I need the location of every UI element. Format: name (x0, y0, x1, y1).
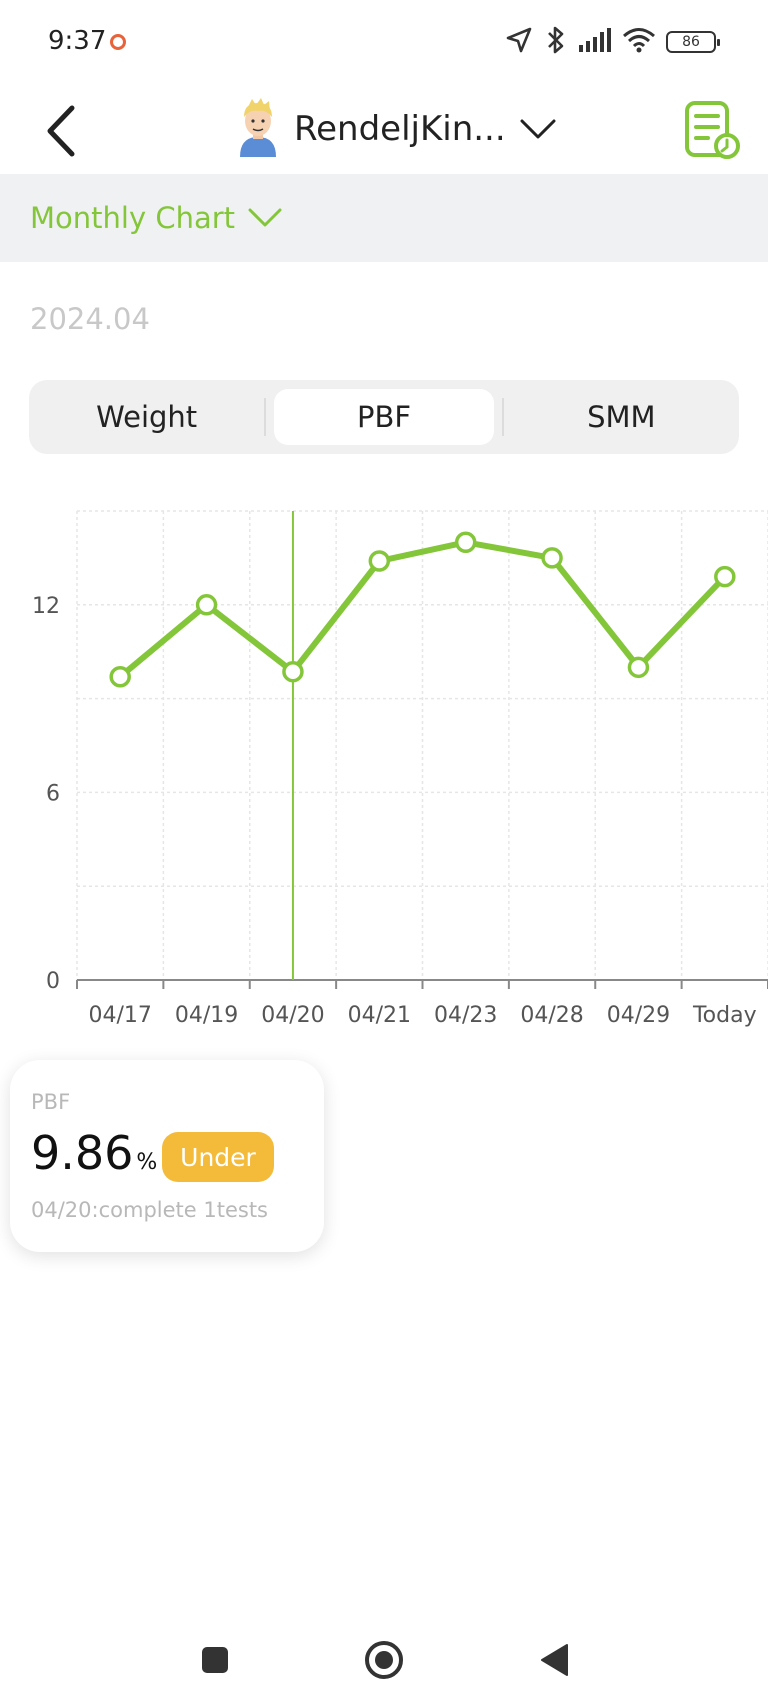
selected-point-card: PBF 9.86 % Under 04/20:complete 1tests (10, 1060, 324, 1252)
x-tick-label: Today (692, 1003, 757, 1028)
avatar (236, 97, 280, 162)
recents-button[interactable] (185, 1630, 245, 1690)
data-point (541, 547, 563, 569)
x-tick-label: 04/29 (607, 1003, 670, 1028)
y-tick-label: 0 (46, 969, 60, 994)
chart-svg[interactable]: 12 6 0 04/17 04/19 04/20 04/21 04/23 04/28 04/29 T… (0, 490, 768, 1030)
data-point (368, 550, 391, 572)
data-point (195, 594, 218, 616)
signal-icon (578, 27, 612, 58)
tab-divider (264, 398, 267, 436)
pbf-line-chart[interactable]: 12 6 0 04/17 04/19 04/20 04/21 04/23 04/28 04/29 T… (0, 490, 768, 1030)
home-button[interactable] (354, 1630, 414, 1690)
data-point (714, 565, 736, 588)
back-triangle-icon (541, 1644, 568, 1676)
card-unit: % (136, 1150, 158, 1175)
recording-dot-icon (110, 34, 126, 50)
chart-type-label: Monthly Chart (30, 201, 236, 235)
status-badge: Under (162, 1132, 274, 1182)
chart-type-selector[interactable]: Monthly Chart (0, 174, 768, 262)
x-tick-label: 04/21 (348, 1003, 411, 1028)
back-icon (47, 105, 75, 157)
tab-weight[interactable]: Weight (37, 389, 256, 445)
tab-divider (501, 398, 504, 436)
data-point (627, 656, 650, 679)
x-tick-label: 04/23 (434, 1003, 497, 1028)
record-history-button[interactable] (684, 100, 740, 160)
profile-selector[interactable]: RendeljKin... (236, 97, 556, 162)
card-value-row: 9.86 % (31, 1126, 157, 1180)
chevron-down-icon (520, 119, 556, 139)
back-nav-button[interactable] (524, 1630, 584, 1690)
wifi-icon (622, 26, 656, 59)
card-metric-label: PBF (31, 1090, 71, 1114)
y-tick-label: 12 (32, 594, 60, 619)
x-tick-label: 04/19 (175, 1003, 238, 1028)
metric-tabs: Weight PBF SMM (29, 380, 739, 454)
card-detail: 04/20:complete 1tests (31, 1198, 268, 1222)
system-nav-bar (0, 1612, 768, 1706)
battery-icon: 86 (666, 31, 720, 53)
data-point (454, 531, 477, 554)
recents-icon (202, 1647, 228, 1673)
data-point (109, 665, 131, 688)
status-time: 9:37 (48, 26, 107, 56)
record-list-icon (685, 101, 740, 159)
status-bar: 9:37 86 (0, 0, 768, 84)
tab-pbf[interactable]: PBF (274, 389, 494, 445)
profile-name: RendeljKin... (294, 109, 506, 149)
bluetooth-icon (544, 24, 568, 61)
x-tick-label: 04/28 (520, 1003, 583, 1028)
header: RendeljKin... (0, 84, 768, 174)
home-icon (365, 1641, 403, 1679)
card-value: 9.86 (31, 1126, 134, 1180)
period-label: 2024.04 (30, 302, 150, 336)
tab-smm[interactable]: SMM (512, 389, 731, 445)
chevron-down-icon (248, 208, 282, 227)
x-tick-label: 04/17 (88, 1003, 151, 1028)
status-icons: 86 (504, 22, 720, 62)
x-tick-label: 04/20 (261, 1003, 324, 1028)
y-tick-label: 6 (46, 781, 60, 806)
back-button[interactable] (36, 104, 86, 158)
data-point (282, 660, 304, 683)
location-icon (504, 25, 534, 60)
